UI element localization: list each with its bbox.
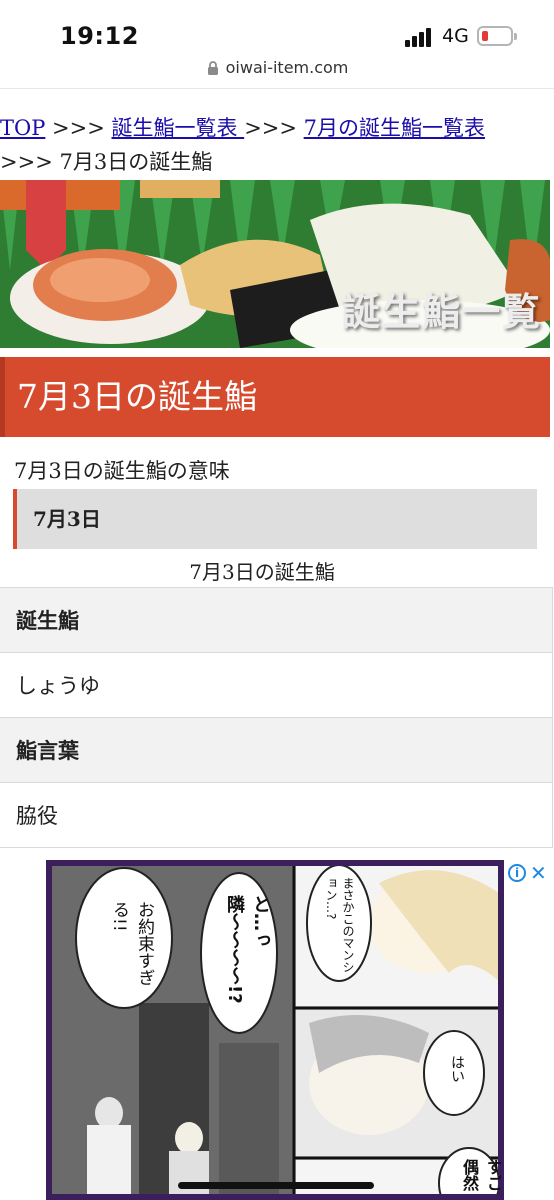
sushi-info-table: 誕生鮨 しょうゆ 鮨言葉 脇役 [0, 587, 553, 848]
status-bar: 19:12 4G [0, 0, 554, 60]
banner-title: 誕生鮨一覧 [341, 290, 542, 334]
table-header-cell: 鮨言葉 [0, 718, 553, 783]
battery-icon [477, 26, 517, 46]
cellular-signal-icon [405, 27, 435, 47]
sushi-banner-image: 誕生鮨一覧 [0, 180, 550, 348]
network-type: 4G [442, 25, 469, 47]
lock-icon [206, 60, 220, 76]
breadcrumb-separator: >>> [0, 150, 60, 174]
page-heading-bar: 7月3日の誕生鮨 [0, 357, 550, 437]
table-value-cell: 脇役 [0, 783, 553, 848]
table-caption: 7月3日の誕生鮨 [189, 560, 335, 584]
manga-advertisement[interactable]: お約束すぎる!! と…っ隣〜〜〜〜!? まさかこのマンション…? はい すご偶然 [46, 860, 504, 1200]
ad-speech-text: すご偶然 [460, 1159, 503, 1191]
breadcrumb-list-link[interactable]: 誕生鮨一覧表 [112, 116, 245, 140]
breadcrumb-separator: >>> [45, 116, 112, 140]
breadcrumb-top-link[interactable]: TOP [0, 116, 45, 140]
table-value-cell: しょうゆ [0, 653, 553, 718]
close-icon[interactable]: ✕ [530, 863, 547, 883]
section-subtitle: 7月3日の誕生鮨の意味 [14, 459, 230, 483]
breadcrumb: TOP >>> 誕生鮨一覧表 >>> 7月の誕生鮨一覧表 >>> 7月3日の誕生… [0, 111, 554, 179]
page-title: 7月3日の誕生鮨 [17, 377, 257, 416]
breadcrumb-separator: >>> [244, 116, 304, 140]
breadcrumb-month-link[interactable]: 7月の誕生鮨一覧表 [304, 116, 485, 140]
url-text: oiwai-item.com [225, 58, 349, 77]
ad-choices[interactable]: i ✕ [508, 863, 547, 883]
breadcrumb-current: 7月3日の誕生鮨 [59, 150, 213, 174]
table-header-cell: 誕生鮨 [0, 588, 553, 653]
date-label-box: 7月3日 [13, 489, 537, 549]
address-bar[interactable]: oiwai-item.com [0, 55, 554, 89]
date-label: 7月3日 [33, 507, 101, 531]
ad-speech-text: お約束すぎる!! [109, 901, 154, 986]
home-indicator[interactable] [178, 1182, 374, 1189]
ad-speech-text: と…っ隣〜〜〜〜!? [224, 895, 271, 1004]
ad-speech-text: まさかこのマンション…? [324, 877, 355, 973]
ad-speech-text: はい [449, 1055, 465, 1083]
status-time: 19:12 [60, 22, 139, 50]
info-icon[interactable]: i [508, 864, 526, 882]
